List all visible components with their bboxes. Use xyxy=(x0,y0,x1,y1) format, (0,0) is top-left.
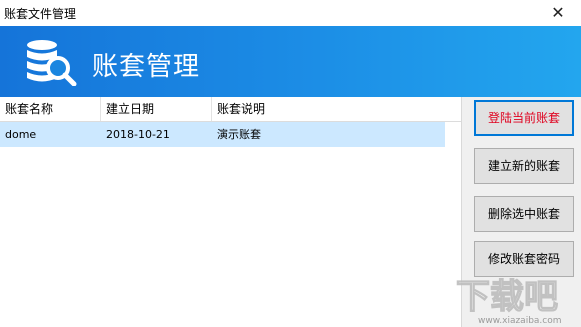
header-banner: 账套管理 xyxy=(0,26,581,97)
column-header-description[interactable]: 账套说明 xyxy=(212,97,445,121)
svg-text:下载吧: 下载吧 xyxy=(456,277,558,317)
window-title: 账套文件管理 xyxy=(4,7,77,21)
svg-text:www.xiazaiba.com: www.xiazaiba.com xyxy=(478,316,562,326)
column-header-name[interactable]: 账套名称 xyxy=(0,97,101,121)
table-header: 账套名称 建立日期 账套说明 xyxy=(0,97,461,122)
database-search-icon xyxy=(27,40,77,86)
watermark-logo: 下载吧 www.xiazaiba.com xyxy=(455,276,562,326)
title-bar: 账套文件管理 ✕ xyxy=(0,0,581,26)
create-account-button[interactable]: 建立新的账套 xyxy=(474,148,574,184)
banner-title: 账套管理 xyxy=(92,52,201,82)
account-table[interactable]: 账套名称 建立日期 账套说明 dome 2018-10-21 演示账套 xyxy=(0,97,462,327)
cell-name: dome xyxy=(5,128,37,141)
close-button[interactable]: ✕ xyxy=(535,0,581,26)
column-header-date[interactable]: 建立日期 xyxy=(101,97,212,121)
table-row[interactable]: dome 2018-10-21 演示账套 xyxy=(0,122,445,147)
login-account-button[interactable]: 登陆当前账套 xyxy=(474,100,574,136)
cell-description: 演示账套 xyxy=(217,128,261,141)
delete-account-button[interactable]: 删除选中账套 xyxy=(474,196,574,232)
cell-date: 2018-10-21 xyxy=(106,128,170,141)
